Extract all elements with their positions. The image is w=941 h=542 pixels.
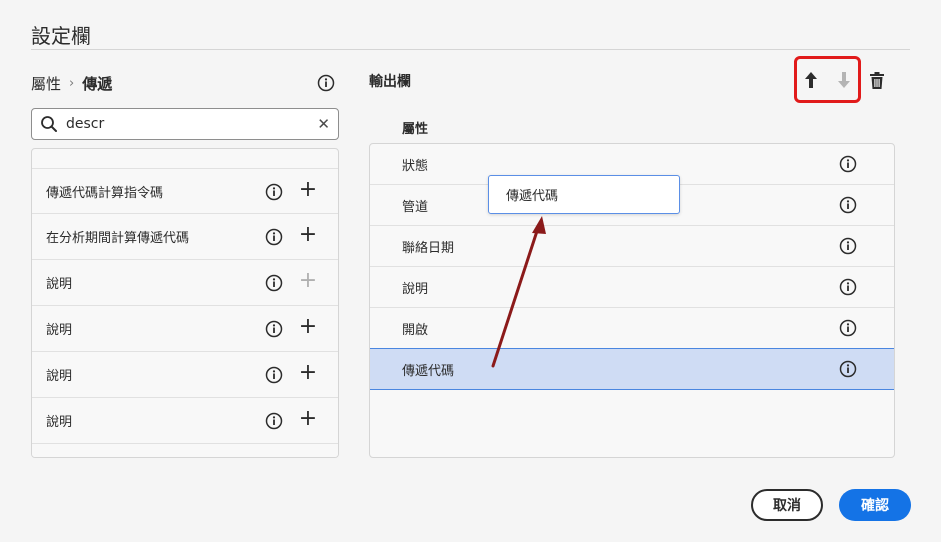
list-item-label: 說明 (46, 277, 73, 292)
highlight-box (794, 56, 861, 103)
info-icon[interactable] (839, 360, 857, 378)
info-icon[interactable] (265, 412, 283, 430)
output-column-row[interactable]: 開啟 (370, 308, 894, 349)
list-item[interactable]: 說明 + (32, 352, 338, 398)
search-icon (41, 116, 57, 132)
list-item-label: 說明 (46, 369, 73, 384)
confirm-button[interactable]: 確認 (839, 489, 911, 521)
output-column-label: 說明 (402, 281, 429, 297)
output-column-label: 開啟 (402, 322, 429, 338)
cancel-button[interactable]: 取消 (751, 489, 823, 521)
plus-icon[interactable]: + (298, 316, 318, 340)
list-item[interactable]: 在分析期間計算傳遞代碼 + (32, 214, 338, 260)
output-column-row[interactable]: 說明 (370, 267, 894, 308)
output-column-label: 狀態 (402, 158, 429, 174)
list-item-label: 在分析期間計算傳遞代碼 (46, 231, 190, 246)
clear-icon[interactable]: ✕ (317, 115, 330, 133)
drag-preview: 傳遞代碼 (488, 175, 680, 214)
plus-icon[interactable]: + (298, 270, 318, 294)
info-icon[interactable] (265, 183, 283, 201)
info-icon[interactable] (839, 196, 857, 214)
search-field[interactable]: ✕ (31, 108, 339, 140)
list-item-label: 說明 (46, 323, 73, 338)
plus-icon[interactable]: + (298, 224, 318, 248)
info-icon[interactable] (839, 319, 857, 337)
chevron-right-icon: › (69, 76, 75, 91)
search-input[interactable] (66, 116, 314, 132)
available-fields-list[interactable]: 傳遞代碼計算指令碼 + 在分析期間計算傳遞代碼 + 說明 + 說明 + 說明 + 說明 + (31, 148, 339, 458)
breadcrumb-current: 傳遞 (82, 75, 113, 93)
list-item[interactable]: 說明 + (32, 260, 338, 306)
list-item[interactable]: 傳遞代碼計算指令碼 + (32, 168, 338, 214)
plus-icon[interactable]: + (298, 179, 318, 203)
list-item-label: 傳遞代碼計算指令碼 (46, 185, 164, 201)
info-icon[interactable] (317, 74, 335, 92)
info-icon[interactable] (839, 237, 857, 255)
output-column-row[interactable]: 傳遞代碼 (370, 348, 894, 390)
title-divider (31, 49, 910, 50)
output-column-label: 傳遞代碼 (402, 363, 455, 379)
trash-icon[interactable] (868, 71, 886, 91)
info-icon[interactable] (265, 228, 283, 246)
info-icon[interactable] (265, 274, 283, 292)
output-column-label: 聯絡日期 (402, 240, 455, 256)
breadcrumb-parent[interactable]: 屬性 (31, 73, 61, 94)
output-column-label: 管道 (402, 199, 429, 215)
list-item-label: 說明 (46, 415, 73, 430)
output-columns-title: 輸出欄 (369, 74, 411, 90)
list-item[interactable]: 說明 + (32, 398, 338, 444)
column-header-attribute: 屬性 (402, 122, 429, 137)
info-icon[interactable] (265, 366, 283, 384)
list-item[interactable]: 說明 + (32, 306, 338, 352)
dialog-title: 設定欄 (31, 24, 91, 48)
plus-icon[interactable]: + (298, 408, 318, 432)
info-icon[interactable] (839, 278, 857, 296)
info-icon[interactable] (265, 320, 283, 338)
breadcrumb: 屬性 › 傳遞 (31, 73, 112, 94)
output-column-row[interactable]: 聯絡日期 (370, 226, 894, 267)
plus-icon[interactable]: + (298, 362, 318, 386)
info-icon[interactable] (839, 155, 857, 173)
list-item (32, 444, 338, 457)
